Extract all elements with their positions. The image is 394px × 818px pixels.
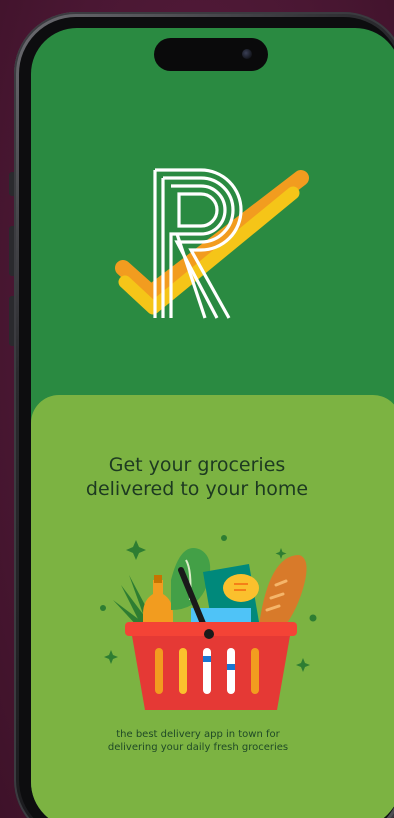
grocery-basket-icon	[100, 535, 317, 710]
onboarding-panel: Get your groceries delivered to your hom…	[31, 395, 394, 818]
handle-joint	[204, 629, 214, 639]
tagline-line-1: the best delivery app in town for	[116, 729, 280, 740]
tagline-line-2: delivering your daily fresh groceries	[107, 742, 289, 753]
headline-line-2: delivered to your home	[85, 478, 309, 500]
bottle-cap	[154, 575, 162, 583]
onboarding-headline: Get your groceries delivered to your hom…	[31, 453, 363, 501]
volume-down-button	[9, 296, 14, 346]
headline-line-1: Get your groceries	[108, 454, 286, 476]
dynamic-island	[154, 38, 268, 71]
cheese	[223, 574, 259, 602]
scene: Get your groceries delivered to your hom…	[0, 0, 394, 818]
app-screen: Get your groceries delivered to your hom…	[31, 28, 394, 818]
check-orange-stroke	[115, 170, 309, 301]
onboarding-tagline: the best delivery app in town for delive…	[31, 728, 365, 754]
camera-icon	[242, 49, 252, 59]
action-button	[9, 172, 14, 196]
r-checkmark-logo-icon	[115, 168, 309, 319]
volume-up-button	[9, 226, 14, 276]
